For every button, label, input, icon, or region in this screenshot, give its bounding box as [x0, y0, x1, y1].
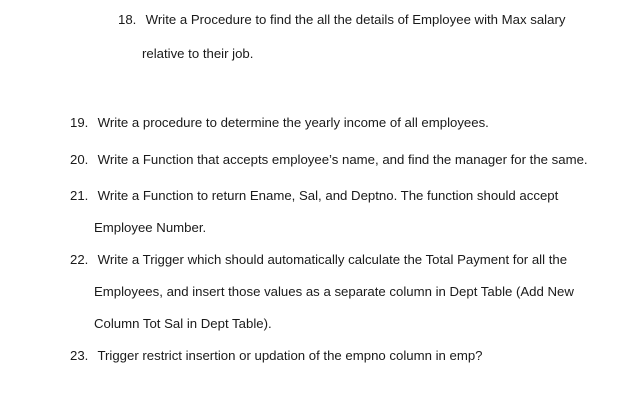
list-item-21: 21. Write a Function to return Ename, Sa…	[70, 183, 558, 241]
list-item-22-text-3: Column Tot Sal in Dept Table).	[94, 316, 272, 331]
list-item-20-text-1: Write a Function that accepts employee’s…	[97, 152, 588, 167]
list-item-21-text-2: Employee Number.	[94, 220, 207, 235]
list-item-21-number: 21.	[70, 188, 89, 203]
list-item-21-line-2: Employee Number.	[70, 215, 558, 241]
list-item-20-number: 20.	[70, 152, 89, 167]
list-item-18-line-2: relative to their job.	[118, 41, 565, 67]
list-item-20-line-1: 20. Write a Function that accepts employ…	[70, 147, 588, 173]
list-item-22-text-1: Write a Trigger which should automatical…	[97, 252, 568, 267]
list-item-22: 22. Write a Trigger which should automat…	[70, 247, 574, 337]
list-item-23-line-1: 23. Trigger restrict insertion or updati…	[70, 343, 483, 369]
document-page: 18. Write a Procedure to find the all th…	[0, 0, 644, 420]
list-item-21-line-1: 21. Write a Function to return Ename, Sa…	[70, 183, 558, 209]
list-item-18-line-1: 18. Write a Procedure to find the all th…	[118, 7, 565, 33]
list-item-22-line-2: Employees, and insert those values as a …	[70, 279, 574, 305]
list-item-22-line-3: Column Tot Sal in Dept Table).	[70, 311, 574, 337]
list-item-22-line-1: 22. Write a Trigger which should automat…	[70, 247, 574, 273]
list-item-23-number: 23.	[70, 348, 89, 363]
list-item-18-text-2: relative to their job.	[142, 46, 254, 61]
list-item-18-text-1: Write a Procedure to find the all the de…	[145, 12, 566, 27]
list-item-22-number: 22.	[70, 252, 89, 267]
list-item-22-text-2: Employees, and insert those values as a …	[94, 284, 574, 299]
list-item-21-text-1: Write a Function to return Ename, Sal, a…	[97, 188, 559, 203]
list-item-19-text-1: Write a procedure to determine the yearl…	[97, 115, 489, 130]
list-item-18: 18. Write a Procedure to find the all th…	[118, 7, 565, 67]
list-item-19: 19. Write a procedure to determine the y…	[70, 110, 489, 136]
list-item-23-text-1: Trigger restrict insertion or updation o…	[97, 348, 483, 363]
list-item-19-line-1: 19. Write a procedure to determine the y…	[70, 110, 489, 136]
list-item-18-number: 18.	[118, 12, 137, 27]
list-item-20: 20. Write a Function that accepts employ…	[70, 147, 588, 173]
list-item-23: 23. Trigger restrict insertion or updati…	[70, 343, 483, 369]
list-item-19-number: 19.	[70, 115, 89, 130]
